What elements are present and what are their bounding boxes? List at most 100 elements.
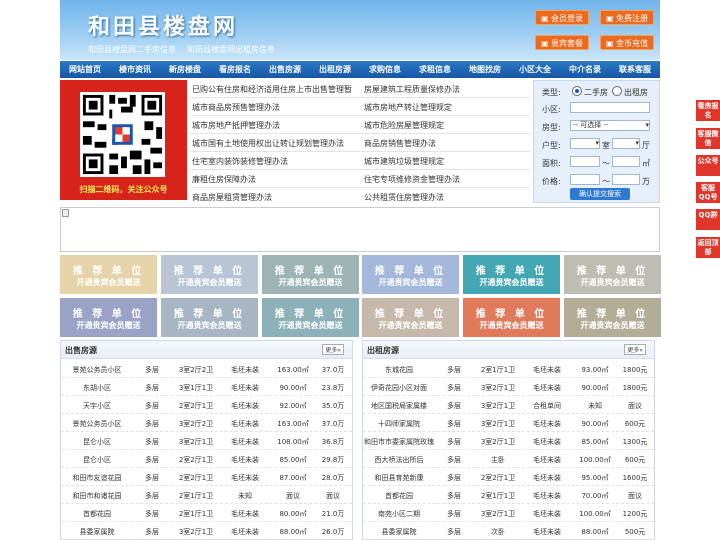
listing-row[interactable]: 县委家属院 多层 次卧 毛坯未装 88.00㎡ 500元 [363, 522, 654, 540]
listing-row[interactable]: 县委家属院 多层 3室2厅1卫 毛坯未装 88.00㎡ 26.0万 [61, 522, 352, 540]
listing-row[interactable]: 和田市市委家属院玫瑰 多层 3室2厅1卫 毛坯未装 85.00㎡ 1300元 [363, 432, 654, 450]
listing-community[interactable]: 和田市和诸花园 [61, 491, 133, 501]
news-link[interactable]: 城市危险房屋管理规定 [364, 120, 444, 131]
side-qq[interactable]: 客服QQ号 [696, 182, 720, 204]
listing-community[interactable]: 东胡小区 [61, 383, 133, 393]
listing-row[interactable]: 天宇小区 多层 2室2厅1卫 毛坯未装 92.00㎡ 35.0万 [61, 396, 352, 414]
listing-community[interactable]: 昆仑小区 [61, 455, 133, 465]
listing-community[interactable]: 地区国税局家属楼 [363, 401, 435, 411]
listing-community[interactable]: 天宇小区 [61, 401, 133, 411]
price-min-input[interactable] [570, 174, 600, 185]
radio-rent[interactable] [612, 86, 622, 96]
news-link[interactable]: 城市建筑垃圾管理规定 [364, 156, 444, 167]
listing-row[interactable]: 首都花园 多层 2室1厅1卫 毛坯未装 70.00㎡ 面议 [363, 486, 654, 504]
radio-secondhand[interactable] [572, 86, 582, 96]
nav-home[interactable]: 网站首页 [60, 61, 110, 78]
listing-row[interactable]: 首都花园 多层 2室1厅1卫 毛坯未装 80.00㎡ 21.0万 [61, 504, 352, 522]
area-max-input[interactable] [612, 156, 640, 167]
nav-map[interactable]: 地图找房 [460, 61, 510, 78]
recharge-button[interactable]: ▣ 金币充值 [600, 35, 654, 50]
listing-community[interactable]: 县委家属院 [363, 527, 435, 537]
news-link[interactable]: 城市国有土地使用权出让转让规划管理办法 [192, 138, 344, 149]
listing-row[interactable]: 和田县育苑新康 多层 2室2厅1卫 毛坯未装 95.00㎡ 1600元 [363, 468, 654, 486]
site-logo[interactable]: 和田县楼盘网 [88, 9, 238, 41]
recommended-unit-card[interactable]: 推 荐 单 位开通贵宾会员赠送 [262, 255, 359, 294]
recommended-unit-card[interactable]: 推 荐 单 位开通贵宾会员赠送 [362, 298, 459, 337]
listing-row[interactable]: 南苑小区二期 多层 3室2厅1卫 毛坯未装 100.00㎡ 1200元 [363, 504, 654, 522]
news-link[interactable]: 城市房地产转让管理规定 [364, 102, 452, 113]
nav-sale[interactable]: 出售房源 [260, 61, 310, 78]
nav-wanted-rent[interactable]: 求租信息 [410, 61, 460, 78]
news-link[interactable]: 住宅专项维修资金管理办法 [364, 174, 460, 185]
recommended-unit-card[interactable]: 推 荐 单 位开通贵宾会员赠送 [564, 255, 661, 294]
nav-viewing[interactable]: 看房报名 [210, 61, 260, 78]
listing-community[interactable]: 伊奇花园小区对面 [363, 383, 435, 393]
more-button[interactable]: 更多» [322, 344, 344, 355]
listing-community[interactable]: 和田市友谊花园 [61, 473, 133, 483]
news-link[interactable]: 公共租赁住房管理办法 [364, 192, 444, 203]
recommended-unit-card[interactable]: 推 荐 单 位开通贵宾会员赠送 [161, 255, 258, 294]
recommended-unit-card[interactable]: 推 荐 单 位开通贵宾会员赠送 [60, 298, 157, 337]
nav-wanted-buy[interactable]: 求购信息 [360, 61, 410, 78]
nav-new-homes[interactable]: 新房楼盘 [160, 61, 210, 78]
listing-community[interactable]: 景苑公务员小区 [61, 365, 133, 375]
news-link[interactable]: 商品房销售管理办法 [364, 138, 436, 149]
nav-contact[interactable]: 联系客服 [610, 61, 660, 78]
more-button[interactable]: 更多» [624, 344, 646, 355]
nav-news[interactable]: 楼市资讯 [110, 61, 160, 78]
listing-row[interactable]: 昆仑小区 多层 3室2厅1卫 毛坯未装 108.00㎡ 36.8万 [61, 432, 352, 450]
listing-row[interactable]: 伊奇花园小区对面 多层 3室2厅1卫 毛坯未装 90.00㎡ 1800元 [363, 378, 654, 396]
listing-row[interactable]: 西大桥法出所后 多层 主卧 毛坯未装 100.00㎡ 600元 [363, 450, 654, 468]
listing-community[interactable]: 南苑小区二期 [363, 509, 435, 519]
side-back-to-top[interactable]: 返回顶部 [696, 237, 720, 259]
news-link[interactable]: 住宅室内装饰装修管理办法 [192, 156, 288, 167]
listing-row[interactable]: 东胡小区 多层 3室1厅1卫 毛坯未装 90.00㎡ 23.8万 [61, 378, 352, 396]
community-input[interactable] [570, 102, 650, 113]
recommended-unit-card[interactable]: 推 荐 单 位开通贵宾会员赠送 [60, 255, 157, 294]
news-link[interactable]: 房屋建筑工程质量保修办法 [364, 84, 460, 95]
vip-package-button[interactable]: ▣ 贵宾套餐 [535, 35, 589, 50]
listing-row[interactable]: 十四师家属院 多层 3室2厅1卫 毛坯未装 90.00㎡ 600元 [363, 414, 654, 432]
listing-community[interactable]: 昆仑小区 [61, 437, 133, 447]
listing-row[interactable]: 地区国税局家属楼 多层 3室2厅1卫 合租单间 未知 面议 [363, 396, 654, 414]
register-button[interactable]: ▣ 免费注册 [600, 10, 654, 25]
listing-community[interactable]: 首都花园 [363, 491, 435, 501]
listing-community[interactable]: 县委家属院 [61, 527, 133, 537]
side-wechat[interactable]: 客服微信 [696, 128, 720, 150]
listing-row[interactable]: 景苑公务员小区 多层 3室2厅2卫 毛坯未装 163.00㎡ 37.0万 [61, 360, 352, 378]
recommended-unit-card[interactable]: 推 荐 单 位开通贵宾会员赠送 [463, 255, 560, 294]
side-official-account[interactable]: 公众号 [696, 155, 720, 177]
news-link[interactable]: 城市商品房预售管理办法 [192, 102, 280, 113]
listing-row[interactable]: 和田市和诸花园 多层 2室1厅1卫 未知 面议 面议 [61, 486, 352, 504]
news-link[interactable]: 城市房地产抵押管理办法 [192, 120, 280, 131]
listing-row[interactable]: 昆仑小区 多层 2室2厅1卫 毛坯未装 85.00㎡ 29.8万 [61, 450, 352, 468]
listing-row[interactable]: 东城花园 多层 2室1厅1卫 毛坯未装 93.00㎡ 1800元 [363, 360, 654, 378]
room-select[interactable]: ▾ [570, 138, 600, 149]
listing-community[interactable]: 东城花园 [363, 365, 435, 375]
listing-row[interactable]: 和田市友谊花园 多层 2室2厅1卫 毛坯未装 87.00㎡ 28.0万 [61, 468, 352, 486]
login-button[interactable]: ▣ 会员登录 [535, 10, 589, 25]
nav-rent[interactable]: 出租房源 [310, 61, 360, 78]
listing-community[interactable]: 首都花园 [61, 509, 133, 519]
hall-select[interactable]: ▾ [612, 138, 640, 149]
news-link[interactable]: 廉租住房保障办法 [192, 174, 256, 185]
recommended-unit-card[interactable]: 推 荐 单 位开通贵宾会员赠送 [362, 255, 459, 294]
side-qq-group[interactable]: QQ群 [696, 209, 720, 231]
price-max-input[interactable] [612, 174, 640, 185]
listing-community[interactable]: 西大桥法出所后 [363, 455, 435, 465]
rental-link[interactable]: 和田县楼盘网出租房信息 [187, 44, 275, 55]
search-submit-button[interactable]: 确认提交搜索 [570, 188, 630, 200]
secondhand-link[interactable]: 和田县楼盘网二手房信息 [88, 44, 176, 55]
recommended-unit-card[interactable]: 推 荐 单 位开通贵宾会员赠送 [262, 298, 359, 337]
recommended-unit-card[interactable]: 推 荐 单 位开通贵宾会员赠送 [463, 298, 560, 337]
news-link[interactable]: 商品房屋租赁管理办法 [192, 192, 272, 203]
listing-community[interactable]: 十四师家属院 [363, 419, 435, 429]
housetype-select[interactable]: -- 可选择 -- ▾ [570, 120, 650, 131]
listing-row[interactable]: 景苑公务员小区 多层 3室2厅2卫 毛坯未装 163.00㎡ 37.0万 [61, 414, 352, 432]
area-min-input[interactable] [570, 156, 600, 167]
side-viewing-signup[interactable]: 看房报名 [696, 100, 720, 122]
nav-agents[interactable]: 中介名录 [560, 61, 610, 78]
nav-communities[interactable]: 小区大全 [510, 61, 560, 78]
recommended-unit-card[interactable]: 推 荐 单 位开通贵宾会员赠送 [161, 298, 258, 337]
listing-community[interactable]: 和田县育苑新康 [363, 473, 435, 483]
